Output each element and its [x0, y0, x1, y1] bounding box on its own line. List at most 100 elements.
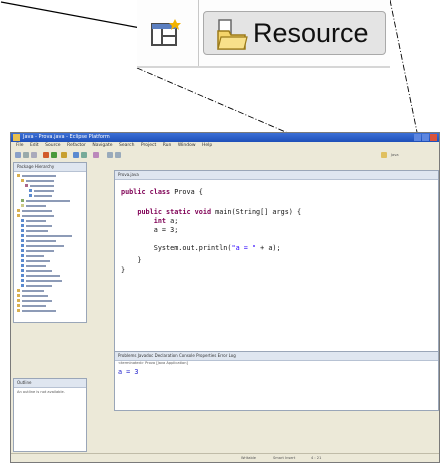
tree-item[interactable] [26, 280, 62, 282]
code-line-2: public static void main(String[] args) { [137, 208, 302, 216]
outline-message: An outline is not available. [17, 390, 65, 394]
project-folder-icon [17, 289, 20, 292]
status-insert-mode: Smart Insert [273, 456, 296, 460]
code-line-1: public class Prova { [121, 188, 203, 196]
forward-icon[interactable] [115, 152, 121, 158]
java-editor[interactable]: Prova.java public class Prova { public s… [114, 170, 439, 365]
java-file-icon [21, 234, 24, 237]
bottom-panel-tabs[interactable]: Problems Javadoc Declaration Console Pro… [115, 352, 438, 361]
tree-item[interactable] [26, 200, 70, 202]
tree-item[interactable] [26, 270, 52, 272]
tree-item[interactable] [26, 245, 64, 247]
run-icon[interactable] [51, 152, 57, 158]
code-line-5: System.out.println("a = " + a); [121, 244, 281, 252]
menu-navigate[interactable]: Navigate [92, 143, 112, 148]
tree-item[interactable] [26, 235, 72, 237]
tree-item[interactable] [26, 250, 54, 252]
toolbar-bottom-border [137, 66, 390, 68]
code-line-3: int a; [153, 217, 179, 225]
tree-item[interactable] [30, 185, 54, 187]
tree-item[interactable] [26, 230, 48, 232]
status-bar: Writable Smart Insert 4 : 21 [11, 453, 439, 462]
external-tools-icon[interactable] [61, 152, 67, 158]
code-line-4: a = 3; [121, 226, 179, 234]
back-icon[interactable] [107, 152, 113, 158]
open-perspective-icon[interactable] [381, 152, 387, 158]
debug-icon[interactable] [43, 152, 49, 158]
project-folder-icon [17, 304, 20, 307]
console-header: <terminated> Prova [Java Application] [118, 361, 188, 365]
tree-item[interactable] [26, 275, 60, 277]
java-file-icon [21, 274, 24, 277]
new-class-icon[interactable] [73, 152, 79, 158]
file-icon [21, 204, 24, 207]
close-button[interactable] [430, 134, 437, 141]
tree-item[interactable] [22, 175, 56, 177]
tree-item[interactable] [26, 285, 52, 287]
menu-help[interactable]: Help [202, 143, 212, 148]
outline-tab[interactable]: Outline [14, 379, 86, 388]
tree-item[interactable] [26, 205, 46, 207]
tree-item[interactable] [22, 300, 52, 302]
callout-line-right [389, 0, 419, 138]
java-file-icon [21, 279, 24, 282]
tree-item[interactable] [26, 240, 56, 242]
menu-bar: File Edit Source Refactor Navigate Searc… [11, 142, 439, 150]
new-package-icon[interactable] [81, 152, 87, 158]
menu-source[interactable]: Source [45, 143, 60, 148]
package-folder-icon [21, 179, 24, 182]
toolbar-separator [198, 0, 199, 68]
menu-window[interactable]: Window [178, 143, 196, 148]
package-icon [25, 184, 28, 187]
java-file-icon [21, 224, 24, 227]
new-icon[interactable] [15, 152, 21, 158]
tree-item[interactable] [34, 195, 52, 197]
menu-file[interactable]: File [16, 143, 24, 148]
menu-refactor[interactable]: Refactor [67, 143, 86, 148]
package-explorer-panel: Package Hierarchy [13, 162, 87, 323]
save-icon[interactable] [23, 152, 29, 158]
tree-item[interactable] [26, 220, 46, 222]
java-perspective-label[interactable]: Java [391, 153, 399, 157]
menu-edit[interactable]: Edit [30, 143, 39, 148]
java-file-icon [21, 254, 24, 257]
window-title: Java - Prova.java - Eclipse Platform [23, 134, 110, 140]
editor-tab[interactable]: Prova.java [115, 171, 438, 180]
outline-panel: Outline An outline is not available. [13, 378, 87, 452]
project-folder-icon [17, 309, 20, 312]
tree-item[interactable] [22, 305, 46, 307]
tree-item[interactable] [22, 215, 54, 217]
java-file-icon [21, 284, 24, 287]
tree-item[interactable] [26, 180, 54, 182]
java-file-icon [21, 249, 24, 252]
tree-item[interactable] [26, 255, 44, 257]
resource-perspective-button[interactable]: Resource [203, 11, 386, 55]
code-line-6: } [121, 256, 142, 264]
package-explorer-tabs[interactable]: Package Hierarchy [14, 163, 86, 172]
tree-item[interactable] [34, 190, 54, 192]
menu-project[interactable]: Project [141, 143, 156, 148]
tree-item[interactable] [22, 295, 48, 297]
java-file-icon [21, 244, 24, 247]
tree-item[interactable] [22, 290, 44, 292]
search-icon[interactable] [93, 152, 99, 158]
tree-item[interactable] [26, 265, 46, 267]
java-file-icon [21, 269, 24, 272]
maximize-button[interactable] [422, 134, 429, 141]
print-icon[interactable] [31, 152, 37, 158]
eclipse-app-icon [13, 134, 20, 141]
menu-search[interactable]: Search [119, 143, 134, 148]
tree-item[interactable] [22, 210, 52, 212]
tree-item[interactable] [26, 260, 50, 262]
project-tree [17, 174, 85, 322]
project-folder-icon [17, 294, 20, 297]
tree-item[interactable] [26, 225, 52, 227]
pointer-arrow-line [0, 1, 147, 30]
menu-run[interactable]: Run [163, 143, 172, 148]
java-file-icon [21, 239, 24, 242]
open-perspective-icon[interactable] [151, 19, 183, 53]
minimize-button[interactable] [414, 134, 421, 141]
tree-item[interactable] [22, 310, 56, 312]
java-file-icon [21, 229, 24, 232]
project-folder-icon [17, 299, 20, 302]
